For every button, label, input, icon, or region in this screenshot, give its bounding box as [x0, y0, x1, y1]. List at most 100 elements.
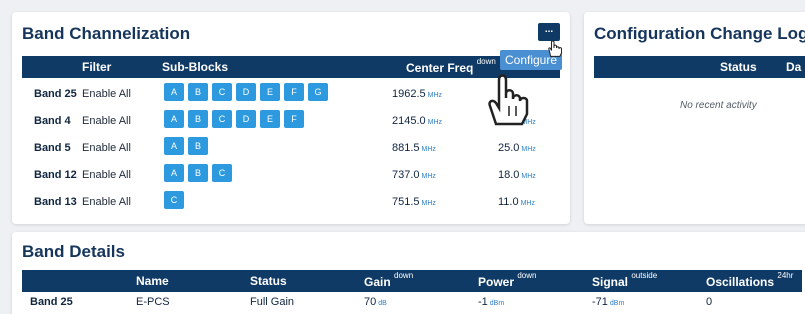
table-row[interactable]: Band 13 Enable All C 751.5 MHz 11.0 MHz [12, 190, 570, 216]
center-freq-value: 881.5 [392, 142, 420, 154]
band-name: Band 4 [34, 115, 71, 127]
sub-block-chip[interactable]: A [164, 110, 184, 128]
row-band: Band 25 [30, 296, 73, 308]
sub-block-chip[interactable]: E [260, 83, 280, 101]
center-freq-value: 2145.0 [392, 115, 426, 127]
center-freq: 881.5 MHz [392, 142, 436, 154]
sub-block-chip[interactable]: C [212, 110, 232, 128]
bandwidth-unit: MHz [521, 173, 536, 180]
center-freq-unit: MHz [421, 146, 436, 153]
row-gain-unit: dB [378, 300, 387, 307]
band-details-title: Band Details [22, 242, 125, 261]
band-details-table-header: Name Status Gain down Power down Signal … [22, 270, 802, 292]
table-row[interactable]: Band 25 E-PCS Full Gain 70 dB -1 dBm -71 dB… [12, 296, 805, 314]
hand-pointer-icon [488, 74, 529, 126]
header-gain-label: Gain [364, 275, 391, 289]
sub-block-list: C [164, 191, 184, 209]
sub-block-chip[interactable]: D [236, 83, 256, 101]
header-signal-label: Signal [592, 275, 629, 289]
sub-block-chip[interactable]: F [284, 110, 304, 128]
row-power-value: -1 [478, 296, 488, 308]
header-center-freq-sort: down [476, 57, 496, 66]
sub-block-chip[interactable]: B [188, 110, 208, 128]
sub-block-chip[interactable]: A [164, 164, 184, 182]
center-freq: 2145.0 MHz [392, 115, 442, 127]
header-status: Status [720, 60, 757, 74]
row-signal: -71 dBm [592, 296, 624, 308]
sub-block-chip[interactable]: B [188, 137, 208, 155]
menu-dots-icon: ... [544, 24, 554, 35]
sub-block-chip[interactable]: C [212, 83, 232, 101]
header-oscillations[interactable]: Oscillations 24hr [706, 271, 794, 289]
row-status: Full Gain [250, 296, 295, 308]
header-status: Status [250, 274, 287, 288]
config-log-title: Configuration Change Log [594, 24, 805, 43]
band-filter[interactable]: Enable All [82, 142, 131, 154]
bandwidth-value: 11.0 [498, 196, 519, 208]
center-freq-value: 737.0 [392, 169, 420, 181]
row-name: E-PCS [136, 296, 170, 308]
sub-block-chip[interactable]: E [260, 110, 280, 128]
header-gain[interactable]: Gain down [364, 271, 414, 289]
band-channelization-card: Band Channelization ... Filter Sub-Block… [12, 12, 570, 224]
row-gain-value: 70 [364, 296, 377, 308]
sub-block-chip[interactable]: A [164, 137, 184, 155]
header-power-label: Power [478, 275, 515, 289]
sub-block-list: AB [164, 137, 208, 155]
sub-block-chip[interactable]: F [284, 83, 304, 101]
header-oscillations-label: Oscillations [706, 275, 775, 289]
header-signal[interactable]: Signal outside [592, 271, 658, 289]
band-filter[interactable]: Enable All [82, 88, 131, 100]
sub-block-chip[interactable]: D [236, 110, 256, 128]
center-freq-value: 1962.5 [392, 88, 426, 100]
sub-block-list: ABCDEFG [164, 83, 328, 101]
center-freq: 737.0 MHz [392, 169, 436, 181]
header-power[interactable]: Power down [478, 271, 536, 289]
sub-block-chip[interactable]: B [188, 83, 208, 101]
center-freq-unit: MHz [421, 173, 436, 180]
sub-block-chip[interactable]: A [164, 83, 184, 101]
band-name: Band 13 [34, 196, 77, 208]
header-oscillations-sort: 24hr [777, 271, 794, 280]
hand-pointer-icon [548, 40, 562, 57]
header-filter: Filter [82, 60, 112, 74]
band-name: Band 25 [34, 88, 77, 100]
band-details-card: Band Details Name Status Gain down Power… [12, 232, 805, 314]
table-row[interactable]: Band 12 Enable All A B C 737.0 MHz 18.0 MHz [12, 163, 570, 189]
header-sub-blocks: Sub-Blocks [162, 60, 229, 74]
header-name: Name [136, 274, 169, 288]
table-row[interactable]: Band 5 Enable All A B 881.5 MHz 25.0 MHz [12, 136, 570, 162]
header-signal-sort: outside [631, 271, 658, 280]
empty-activity-message: No recent activity [680, 100, 757, 111]
center-freq: 751.5 MHz [392, 196, 436, 208]
band-channelization-title: Band Channelization [22, 24, 191, 43]
center-freq-unit: MHz [427, 92, 443, 99]
header-gain-sort: down [394, 271, 414, 280]
bandwidth-value: 25.0 [498, 142, 520, 154]
sub-block-chip[interactable]: C [164, 191, 184, 209]
header-center-freq-label: Center Freq [406, 61, 474, 75]
bandwidth: 25.0 MHz [498, 142, 536, 154]
bandwidth-unit: MHz [521, 146, 536, 153]
config-log-table-header: Status Da [594, 56, 805, 78]
center-freq-unit: MHz [427, 119, 443, 126]
sub-block-chip[interactable]: C [212, 164, 232, 182]
band-filter[interactable]: Enable All [82, 169, 131, 181]
band-name: Band 5 [34, 142, 71, 154]
row-power: -1 dBm [478, 296, 504, 308]
band-filter[interactable]: Enable All [82, 115, 131, 127]
bandwidth-value: 18.0 [498, 169, 520, 181]
row-power-unit: dBm [489, 300, 505, 307]
sub-block-chip[interactable]: B [188, 164, 208, 182]
band-filter[interactable]: Enable All [82, 196, 131, 208]
row-signal-value: -71 [592, 296, 608, 308]
center-freq: 1962.5 MHz [392, 88, 442, 100]
bandwidth: 18.0 MHz [498, 169, 536, 181]
center-freq-unit: MHz [421, 200, 436, 207]
header-date: Da [786, 60, 802, 74]
band-name: Band 12 [34, 169, 77, 181]
config-log-card: Configuration Change Log Status Da No re… [584, 12, 805, 224]
row-oscillations: 0 [706, 296, 713, 308]
row-signal-unit: dBm [609, 300, 625, 307]
sub-block-chip[interactable]: G [308, 83, 328, 101]
